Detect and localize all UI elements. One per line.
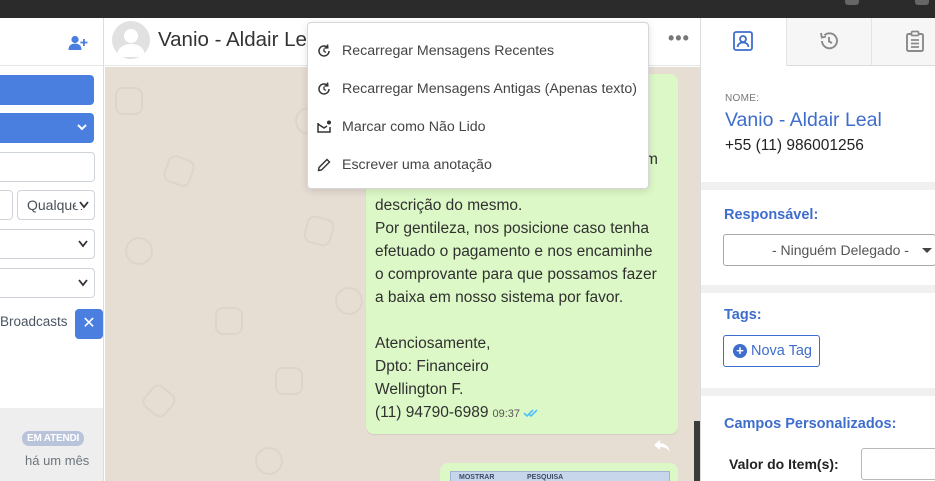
message-text: o comprovante para que possamos fazer	[375, 266, 657, 283]
conversation-list-panel: Qualquer Broadcasts ✕ EM ATENDI há um mê…	[0, 18, 104, 481]
contact-details-panel: NOME: Vanio - Aldair Leal +55 (11) 98600…	[700, 18, 935, 481]
avatar[interactable]	[112, 21, 150, 59]
clipboard-icon	[906, 30, 924, 52]
message-text: descrição do mesmo.	[375, 197, 523, 214]
chevron-down-icon	[76, 201, 92, 209]
message-text: Por gentileza, nos posicione caso tenha	[375, 220, 650, 237]
tab-contact[interactable]	[701, 18, 786, 66]
plus-circle-icon: +	[733, 344, 747, 358]
image-text: MOSTRAR	[459, 474, 495, 481]
message-text: Wellington F.	[375, 381, 464, 398]
filter-select-1[interactable]	[0, 229, 95, 259]
contact-icon	[733, 31, 753, 51]
contact-full-name[interactable]: Vanio - Aldair Leal	[725, 109, 882, 132]
responsible-title: Responsável:	[724, 207, 819, 223]
chevron-down-icon	[77, 124, 87, 131]
contact-phone: +55 (11) 986001256	[725, 137, 864, 154]
custom-fields-title: Campos Personalizados:	[724, 416, 897, 432]
menu-item-label: Escrever uma anotação	[342, 157, 492, 173]
tab-history[interactable]	[786, 18, 871, 66]
menu-item-label: Recarregar Mensagens Recentes	[342, 43, 555, 59]
broadcasts-label[interactable]: Broadcasts	[0, 314, 68, 329]
department-select[interactable]	[0, 113, 94, 143]
filter-select-2[interactable]	[0, 268, 95, 298]
chat-options-menu: Recarregar Mensagens Recentes Recarregar…	[307, 22, 649, 189]
message-last-line: (11) 94790-6989 09:37	[375, 404, 541, 422]
history-icon	[820, 32, 838, 50]
new-tag-label: Nova Tag	[751, 343, 812, 359]
chevron-down-icon	[78, 279, 88, 287]
tags-title: Tags:	[724, 307, 762, 323]
conversation-list-item[interactable]: EM ATENDI há um mês	[0, 408, 103, 481]
status-badge: EM ATENDI	[22, 431, 85, 446]
chevron-down-icon	[78, 240, 88, 248]
settings-icon[interactable]	[915, 0, 929, 5]
item-value-label: Valor do Item(s):	[729, 456, 839, 472]
details-tabs	[701, 18, 935, 66]
add-user-icon[interactable]	[68, 35, 88, 51]
message-text: Dpto: Financeiro	[375, 358, 489, 375]
user-icon[interactable]	[845, 0, 859, 5]
reply-icon[interactable]	[653, 439, 671, 453]
contact-name[interactable]: Vanio - Aldair Leal	[158, 28, 323, 52]
reload-icon	[318, 82, 330, 95]
status-select[interactable]: Qualquer	[17, 190, 95, 220]
left-panel-header	[0, 18, 103, 66]
avatar-icon	[117, 29, 145, 57]
mark-unread-icon	[317, 120, 331, 133]
new-tag-button[interactable]: + Nova Tag	[723, 335, 820, 367]
responsible-select[interactable]: - Ninguém Delegado -	[723, 234, 935, 266]
tab-notes[interactable]	[871, 18, 935, 66]
menu-item-mark-unread[interactable]: Marcar como Não Lido	[308, 109, 648, 145]
date-field[interactable]	[0, 190, 13, 220]
image-text: PESQUISA	[527, 474, 564, 481]
menu-item-label: Recarregar Mensagens Antigas (Apenas tex…	[342, 81, 637, 97]
double-check-icon	[523, 409, 538, 418]
item-value-input[interactable]	[861, 448, 935, 480]
clear-filter-button[interactable]: ✕	[75, 309, 103, 339]
message-text: a baixa em nosso sistema por favor.	[375, 289, 624, 306]
message-time: 09:37	[492, 408, 520, 420]
new-conversation-button[interactable]	[0, 75, 94, 105]
responsible-value: - Ninguém Delegado -	[772, 242, 909, 258]
menu-item-label: Marcar como Não Lido	[342, 119, 486, 135]
pencil-icon	[317, 158, 331, 172]
caret-down-icon	[922, 248, 932, 253]
message-text: efetuado o pagamento e nos encaminhe	[375, 243, 653, 260]
top-bar	[0, 0, 935, 18]
message-text: (11) 94790-6989	[375, 404, 489, 421]
message-text: Atenciosamente,	[375, 335, 491, 352]
image-preview[interactable]: MOSTRAR PESQUISA	[450, 471, 670, 481]
search-input[interactable]	[0, 152, 95, 182]
menu-item-write-note[interactable]: Escrever uma anotação	[308, 147, 648, 183]
menu-item-reload-old[interactable]: Recarregar Mensagens Antigas (Apenas tex…	[308, 71, 648, 107]
name-label: NOME:	[725, 93, 760, 104]
image-message[interactable]: MOSTRAR PESQUISA	[440, 463, 678, 481]
conversation-time: há um mês	[25, 453, 90, 468]
more-options-icon[interactable]: •••	[668, 28, 690, 49]
reload-icon	[318, 44, 330, 57]
menu-item-reload-recent[interactable]: Recarregar Mensagens Recentes	[308, 33, 648, 69]
